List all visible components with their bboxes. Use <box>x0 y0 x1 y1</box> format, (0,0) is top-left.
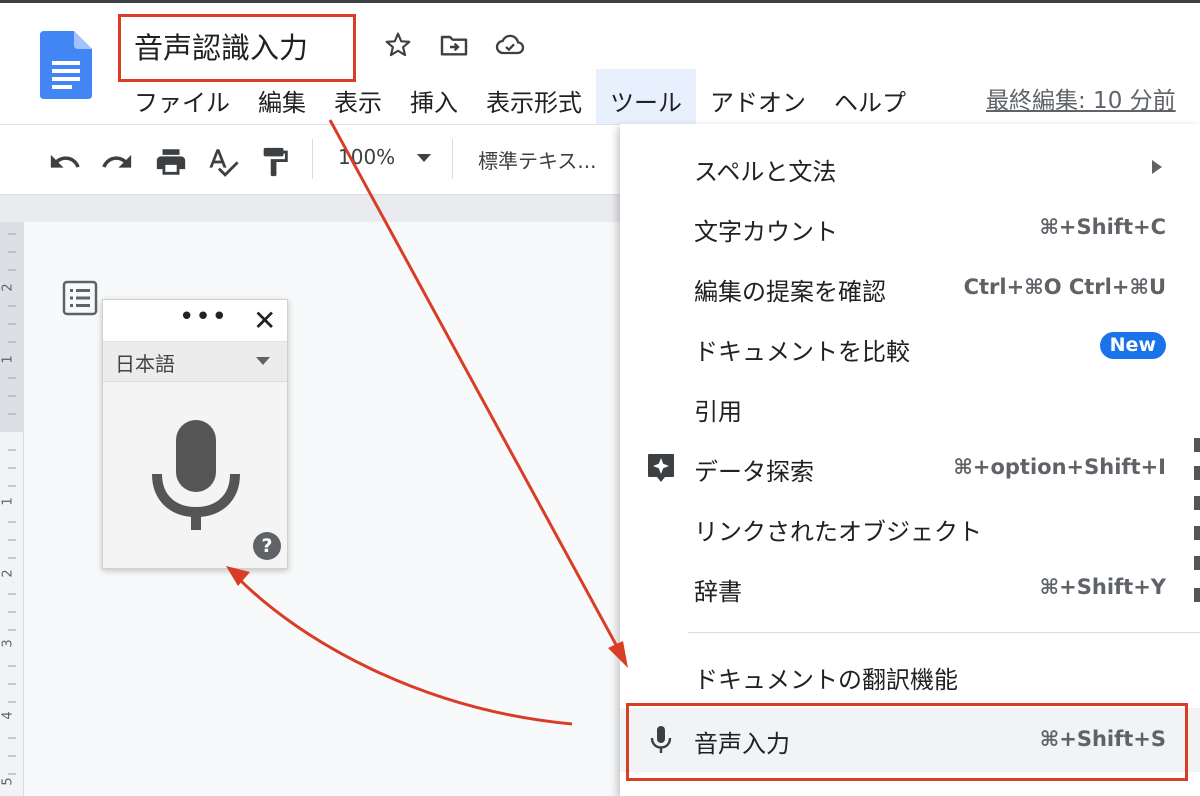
menu-item-citations[interactable]: 引用 <box>620 378 1200 438</box>
ruler-number: 2 <box>0 283 16 292</box>
redo-icon[interactable] <box>100 145 134 179</box>
title-annotation-box <box>118 14 356 82</box>
document-outline-icon[interactable] <box>62 280 98 316</box>
explore-sparkle-icon <box>648 454 674 482</box>
page-edge-text-fragments <box>1194 438 1200 602</box>
last-edit-link[interactable]: 最終編集: 10 分前 <box>986 81 1176 115</box>
chevron-down-icon <box>256 357 270 365</box>
menu-tools[interactable]: ツール <box>596 69 696 127</box>
language-label: 日本語 <box>115 352 175 376</box>
ruler-number: 1 <box>0 497 16 506</box>
google-docs-logo-icon[interactable] <box>40 31 92 99</box>
menu-item-label: 文字カウント <box>694 218 838 246</box>
more-options-icon[interactable]: ••• <box>179 302 228 332</box>
menu-item-label: データ探索 <box>694 458 814 486</box>
cloud-saved-icon[interactable] <box>494 29 526 61</box>
menu-item-label: ドキュメントの翻訳機能 <box>694 666 958 694</box>
menu-item-word-count[interactable]: 文字カウント ⌘+Shift+C <box>620 198 1200 258</box>
submenu-arrow-icon <box>1152 160 1162 174</box>
menu-insert[interactable]: 挿入 <box>396 69 472 127</box>
move-to-folder-icon[interactable] <box>438 29 470 61</box>
menu-item-shortcut: ⌘+Shift+Y <box>1039 575 1166 599</box>
tools-menu: スペルと文法 文字カウント ⌘+Shift+C 編集の提案を確認 Ctrl+⌘O… <box>620 124 1200 796</box>
menu-item-label: 引用 <box>694 398 742 426</box>
new-badge: New <box>1099 332 1166 359</box>
ruler-ticks <box>8 233 16 775</box>
zoom-dropdown-icon[interactable] <box>416 153 432 163</box>
paragraph-style-select[interactable]: 標準テキス... <box>478 145 596 174</box>
voice-typing-annotation-box <box>626 703 1188 781</box>
menu-item-dictionary[interactable]: 辞書 ⌘+Shift+Y <box>620 558 1200 618</box>
undo-icon[interactable] <box>48 145 82 179</box>
toolbar-divider <box>312 139 313 179</box>
zoom-select[interactable]: 100% <box>338 145 395 169</box>
menu-item-label: 辞書 <box>694 578 742 606</box>
menu-item-linked-objects[interactable]: リンクされたオブジェクト <box>620 498 1200 558</box>
menu-divider <box>688 632 1200 633</box>
menu-item-label: 編集の提案を確認 <box>694 278 886 306</box>
menu-item-label: リンクされたオブジェクト <box>694 518 982 546</box>
toolbar-divider <box>452 139 453 179</box>
menu-item-label: ドキュメントを比較 <box>694 338 910 366</box>
star-icon[interactable] <box>382 29 414 61</box>
help-icon[interactable]: ? <box>253 532 281 560</box>
ruler-number: 1 <box>0 355 16 364</box>
menu-item-shortcut: Ctrl+⌘O Ctrl+⌘U <box>963 275 1166 299</box>
voice-panel-header[interactable]: ••• ✕ <box>103 300 287 342</box>
menu-help[interactable]: ヘルプ <box>820 69 920 127</box>
menu-addons[interactable]: アドオン <box>696 69 820 127</box>
menu-item-compare-documents[interactable]: ドキュメントを比較 New <box>620 318 1200 378</box>
menu-item-shortcut: ⌘+Shift+C <box>1039 215 1166 239</box>
voice-typing-panel: ••• ✕ 日本語 ? <box>102 299 288 569</box>
menu-item-translate-document[interactable]: ドキュメントの翻訳機能 <box>620 646 1200 706</box>
language-select[interactable]: 日本語 <box>103 342 287 382</box>
menu-item-shortcut: ⌘+option+Shift+I <box>953 455 1166 479</box>
spellcheck-icon[interactable] <box>206 145 240 179</box>
menu-item-explore[interactable]: データ探索 ⌘+option+Shift+I <box>620 438 1200 498</box>
ruler-number: 2 <box>0 569 16 578</box>
vertical-ruler: 2 1 1 2 3 4 5 <box>0 222 24 796</box>
menu-item-label: スペルと文法 <box>694 158 837 186</box>
menu-item-spelling[interactable]: スペルと文法 <box>620 138 1200 198</box>
close-icon[interactable]: ✕ <box>253 304 276 337</box>
paint-format-icon[interactable] <box>258 145 292 179</box>
microphone-button-icon[interactable] <box>151 416 241 536</box>
ruler-number: 5 <box>0 777 16 786</box>
menu-format[interactable]: 表示形式 <box>472 69 596 127</box>
menu-item-review-suggestions[interactable]: 編集の提案を確認 Ctrl+⌘O Ctrl+⌘U <box>620 258 1200 318</box>
ruler-number: 3 <box>0 639 16 648</box>
print-icon[interactable] <box>154 145 188 179</box>
ruler-number: 4 <box>0 711 16 720</box>
